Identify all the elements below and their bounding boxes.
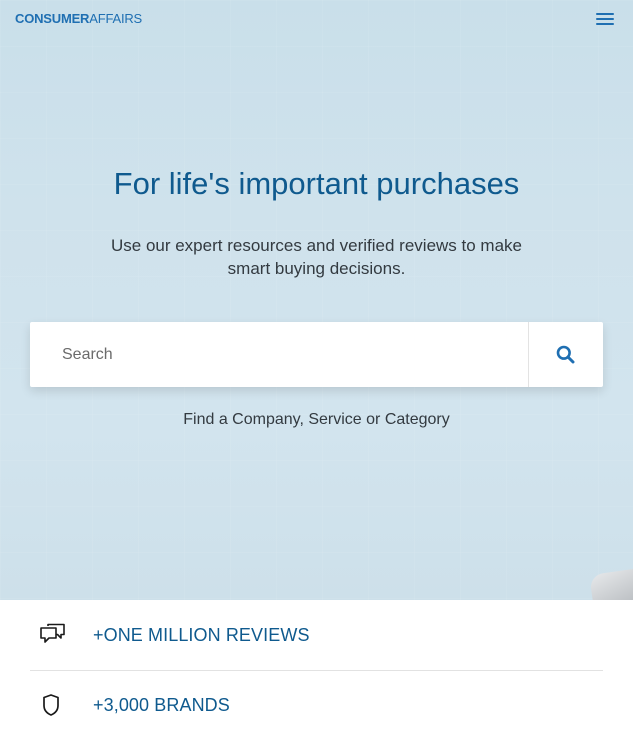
shield-icon bbox=[43, 694, 59, 716]
logo-light-text: AFFAIRS bbox=[89, 11, 143, 26]
stat-label-brands: +3,000 BRANDS bbox=[93, 695, 230, 715]
menu-line bbox=[596, 23, 614, 25]
stat-row-reviews: +ONE MILLION REVIEWS bbox=[30, 600, 603, 671]
hero-background-texture bbox=[0, 0, 633, 600]
logo-bold-text: CONSUMER bbox=[15, 11, 90, 26]
stat-row-brands: +3,000 BRANDS bbox=[30, 670, 603, 740]
menu-line bbox=[596, 13, 614, 15]
hero-title: For life's important purchases bbox=[113, 166, 520, 201]
search-button[interactable] bbox=[529, 322, 603, 387]
menu-line bbox=[596, 18, 614, 20]
search-helper-text: Find a Company, Service or Category bbox=[183, 411, 450, 428]
stats-section: +ONE MILLION REVIEWS +3,000 BRANDS bbox=[0, 600, 633, 726]
stat-label-reviews: +ONE MILLION REVIEWS bbox=[93, 625, 310, 645]
hero-subtitle: Use our expert resources and verified re… bbox=[110, 236, 522, 278]
hamburger-menu-icon[interactable] bbox=[594, 10, 616, 28]
search-bar bbox=[30, 322, 603, 387]
hero-section: CONSUMERAFFAIRS For life's important pur… bbox=[0, 0, 633, 600]
chat-bubbles-icon bbox=[40, 623, 65, 643]
search-input[interactable] bbox=[30, 322, 528, 387]
search-icon bbox=[556, 345, 575, 364]
consumeraffairs-logo[interactable]: CONSUMERAFFAIRS bbox=[15, 11, 142, 26]
